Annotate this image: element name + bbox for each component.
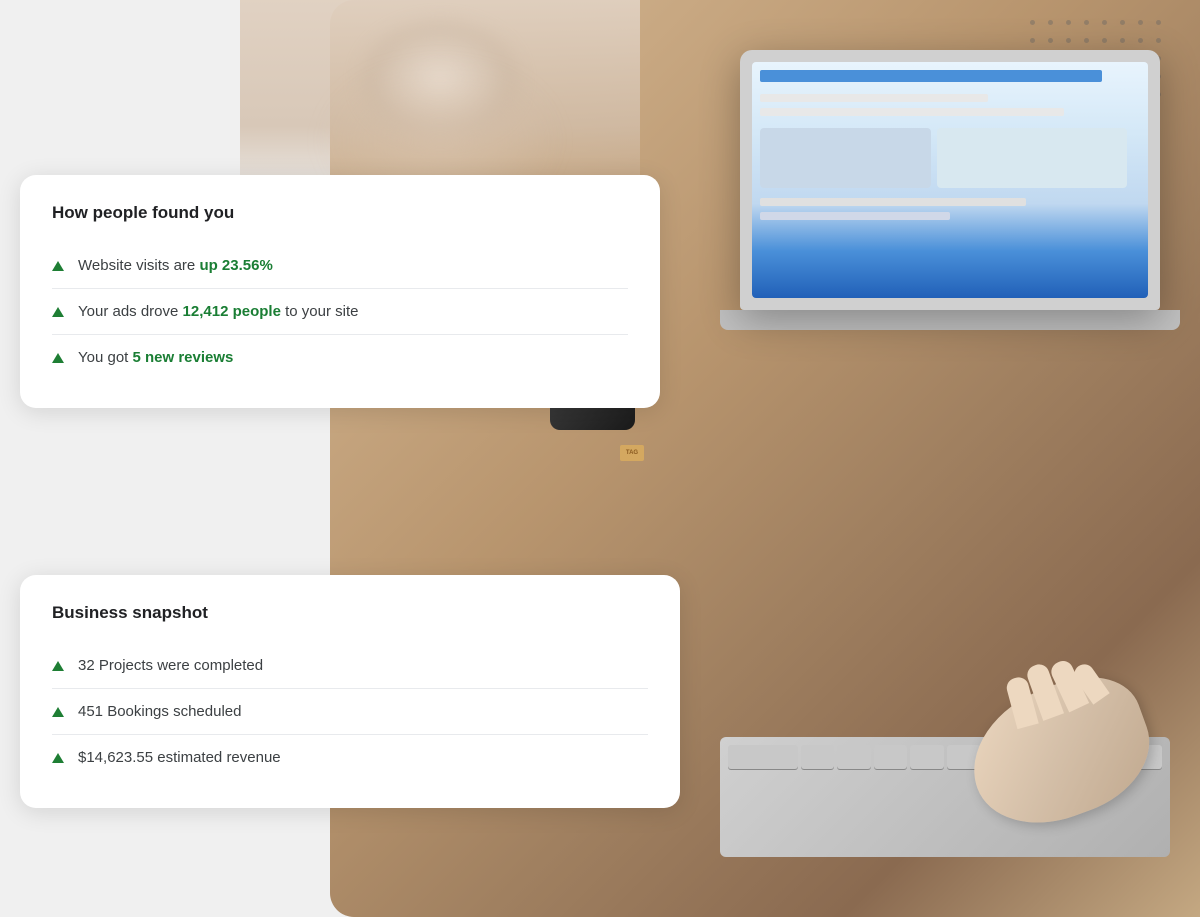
up-arrow-icon-6 [52, 753, 64, 763]
card1-item-3: You got 5 new reviews [52, 335, 628, 380]
card2-item-1: 32 Projects were completed [52, 643, 648, 689]
card2-item-2: 451 Bookings scheduled [52, 689, 648, 735]
card1-item-2-text: Your ads drove 12,412 people to your sit… [78, 303, 358, 320]
laptop-body [740, 50, 1160, 310]
scene: TAG How people found you Website visits … [0, 0, 1200, 917]
card1-item-3-text: You got 5 new reviews [78, 349, 233, 366]
card2-item-2-text: 451 Bookings scheduled [78, 703, 241, 720]
card1-item-3-highlight: 5 new reviews [133, 349, 234, 366]
card2-title: Business snapshot [52, 603, 648, 623]
up-arrow-icon-3 [52, 353, 64, 363]
laptop-visual [740, 50, 1160, 350]
laptop-base [720, 310, 1180, 330]
up-arrow-icon-5 [52, 707, 64, 717]
card2-item-3: $14,623.55 estimated revenue [52, 735, 648, 780]
laptop-screen [752, 62, 1148, 298]
up-arrow-icon-4 [52, 661, 64, 671]
card2-item-3-text: $14,623.55 estimated revenue [78, 749, 281, 766]
laptop-screen-content [752, 62, 1148, 298]
up-arrow-icon-1 [52, 261, 64, 271]
keyboard-hand-area [720, 677, 1170, 857]
card1-item-1: Website visits are up 23.56% [52, 243, 628, 289]
how-people-found-you-card: How people found you Website visits are … [20, 175, 660, 408]
business-snapshot-card: Business snapshot 32 Projects were compl… [20, 575, 680, 808]
card1-item-2-highlight: 12,412 people [183, 303, 281, 320]
card1-title: How people found you [52, 203, 628, 223]
card2-item-1-text: 32 Projects were completed [78, 657, 263, 674]
card1-item-1-highlight: up 23.56% [199, 257, 272, 274]
card1-item-1-text: Website visits are up 23.56% [78, 257, 273, 274]
up-arrow-icon-2 [52, 307, 64, 317]
tea-tag: TAG [620, 445, 644, 461]
card1-item-2: Your ads drove 12,412 people to your sit… [52, 289, 628, 335]
